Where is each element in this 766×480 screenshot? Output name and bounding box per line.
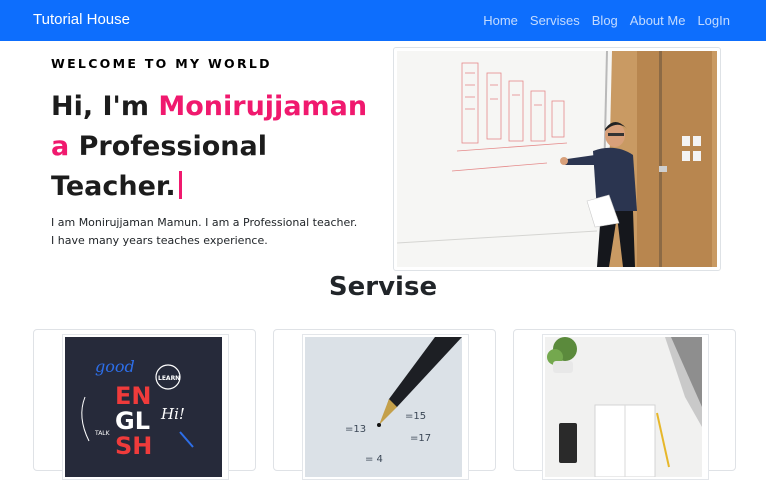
hero-image <box>393 47 721 271</box>
service-card-image: =13 =15 =17 = 4 <box>302 334 469 480</box>
typing-cursor <box>178 171 182 199</box>
poster-word-sh: SH <box>115 432 152 460</box>
math-text-3: =17 <box>410 433 431 444</box>
hero-eyebrow: WELCOME TO MY WORLD <box>51 56 272 71</box>
service-card[interactable]: good LEARN EN GL SH Hi! TALK <box>33 329 256 480</box>
hero-role: Professional Teacher. <box>51 131 267 202</box>
hero-article: a <box>51 131 70 162</box>
teacher-whiteboard-photo <box>397 51 717 267</box>
pen-math-image: =13 =15 =17 = 4 <box>305 337 462 477</box>
english-poster-image: good LEARN EN GL SH Hi! TALK <box>65 337 222 477</box>
nav-link-about[interactable]: About Me <box>630 13 686 28</box>
navbar: Tutorial House Home Servises Blog About … <box>0 0 766 41</box>
poster-word-gl: GL <box>115 407 150 435</box>
nav-link-login[interactable]: LogIn <box>697 13 730 28</box>
service-card[interactable]: =13 =15 =17 = 4 <box>273 329 496 480</box>
hero-headline: Hi, I'm Monirujjaman a Professional Teac… <box>51 87 381 207</box>
hero-greeting: Hi, I'm <box>51 91 149 122</box>
nav-link-home[interactable]: Home <box>483 13 518 28</box>
poster-word-learn: LEARN <box>158 375 180 382</box>
nav-links: Home Servises Blog About Me LogIn <box>483 13 730 28</box>
service-card-image: good LEARN EN GL SH Hi! TALK <box>62 334 229 480</box>
poster-word-en: EN <box>115 382 151 410</box>
math-text-1: =13 <box>345 424 366 435</box>
service-card-image <box>542 334 709 480</box>
math-text-2: =15 <box>405 411 426 422</box>
brand-link[interactable]: Tutorial House <box>33 11 130 28</box>
hero-text: WELCOME TO MY WORLD Hi, I'm Monirujjaman… <box>51 56 381 250</box>
poster-word-hi: Hi! <box>160 405 185 423</box>
nav-link-servises[interactable]: Servises <box>530 13 580 28</box>
nav-link-blog[interactable]: Blog <box>592 13 618 28</box>
services-title: Servise <box>328 272 438 302</box>
service-card[interactable] <box>513 329 736 480</box>
desk-notebook-image <box>545 337 702 477</box>
poster-word-good: good <box>95 357 135 376</box>
hero-bio: I am Monirujjaman Mamun. I am a Professi… <box>51 216 358 247</box>
hero-name: Monirujjaman <box>158 91 368 122</box>
poster-word-talk: TALK <box>94 430 111 437</box>
math-text-4: = 4 <box>365 454 383 465</box>
